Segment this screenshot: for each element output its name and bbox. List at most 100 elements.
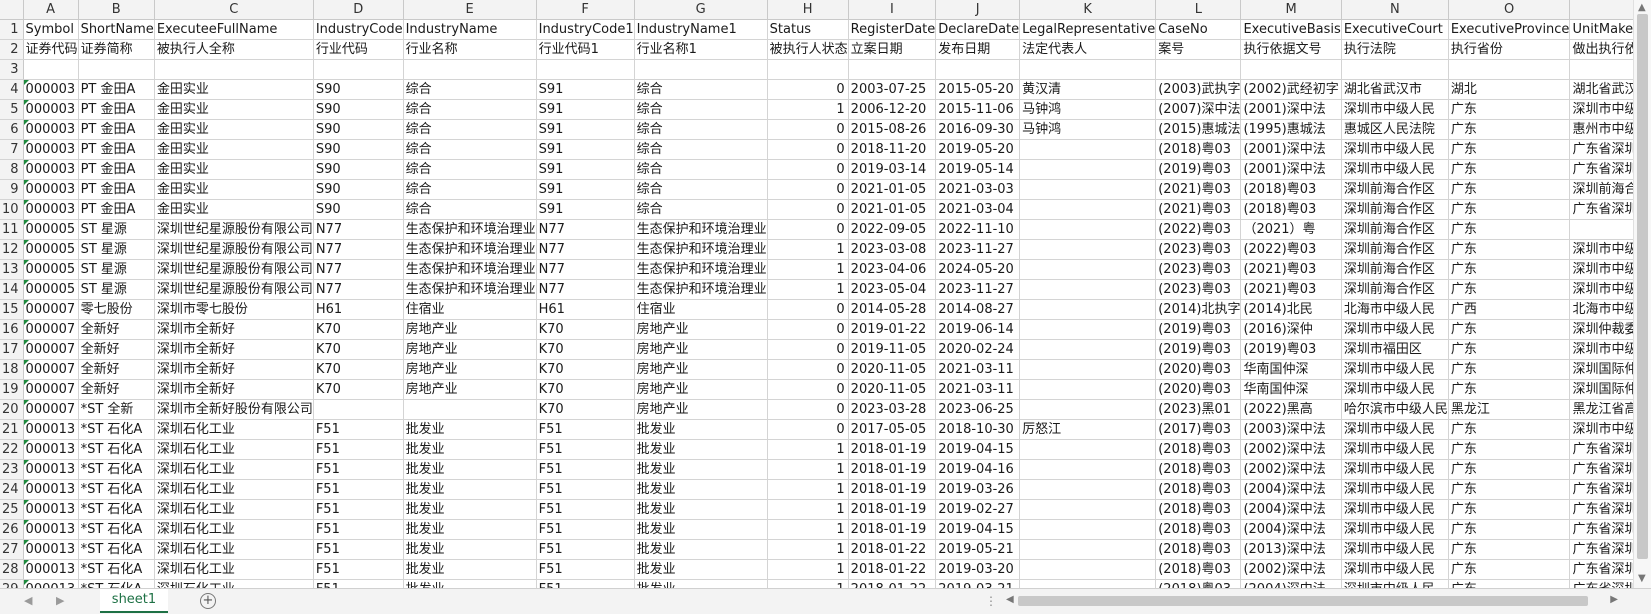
- column-header-j[interactable]: J: [935, 0, 1021, 20]
- cell-g26[interactable]: 批发业: [634, 519, 768, 540]
- cell-d2[interactable]: 行业代码: [313, 39, 404, 60]
- row-header[interactable]: 12: [0, 239, 24, 260]
- cell-b23[interactable]: *ST 石化A: [78, 459, 155, 480]
- cell-j16[interactable]: 2019-06-14: [935, 319, 1021, 340]
- column-header-i[interactable]: I: [848, 0, 937, 20]
- cell-o9[interactable]: 广东: [1448, 179, 1571, 200]
- cell-j11[interactable]: 2022-11-10: [935, 219, 1021, 240]
- cell-c15[interactable]: 深圳市零七股份: [154, 299, 314, 320]
- cell-c17[interactable]: 深圳市全新好: [154, 339, 314, 360]
- prev-sheet-icon[interactable]: ◀: [24, 594, 32, 607]
- cell-i8[interactable]: 2019-03-14: [848, 159, 937, 180]
- column-header-c[interactable]: C: [154, 0, 314, 20]
- cell-o21[interactable]: 广东: [1448, 419, 1571, 440]
- cell-g1[interactable]: IndustryName1: [634, 19, 768, 40]
- cell-o15[interactable]: 广西: [1448, 299, 1571, 320]
- cell-b6[interactable]: PT 金田A: [78, 119, 155, 140]
- cell-m22[interactable]: (2002)深中法: [1240, 439, 1342, 460]
- cell-h28[interactable]: 1: [767, 559, 849, 580]
- cell-m15[interactable]: (2014)北民: [1240, 299, 1342, 320]
- column-header-n[interactable]: N: [1341, 0, 1449, 20]
- column-header-k[interactable]: K: [1019, 0, 1157, 20]
- cell-k27[interactable]: [1019, 539, 1157, 560]
- cell-l29[interactable]: (2018)粤03: [1155, 579, 1242, 588]
- cell-n11[interactable]: 深圳前海合作区: [1341, 219, 1449, 240]
- cell-o3[interactable]: [1448, 59, 1571, 80]
- cell-f25[interactable]: F51: [536, 499, 635, 520]
- cell-c24[interactable]: 深圳石化工业: [154, 479, 314, 500]
- column-header-f[interactable]: F: [536, 0, 635, 20]
- cell-k23[interactable]: [1019, 459, 1157, 480]
- cell-h1[interactable]: Status: [767, 19, 849, 40]
- column-header-m[interactable]: M: [1240, 0, 1342, 20]
- cell-g10[interactable]: 综合: [634, 199, 768, 220]
- cell-h19[interactable]: 0: [767, 379, 849, 400]
- cell-d12[interactable]: N77: [313, 239, 404, 260]
- cell-h14[interactable]: 1: [767, 279, 849, 300]
- cell-d13[interactable]: N77: [313, 259, 404, 280]
- cell-a20[interactable]: 000007: [23, 399, 79, 420]
- cell-j26[interactable]: 2019-04-15: [935, 519, 1021, 540]
- column-header-o[interactable]: O: [1448, 0, 1571, 20]
- cell-f12[interactable]: N77: [536, 239, 635, 260]
- cell-c4[interactable]: 金田实业: [154, 79, 314, 100]
- cell-e13[interactable]: 生态保护和环境治理业: [403, 259, 537, 280]
- cell-k15[interactable]: [1019, 299, 1157, 320]
- cell-k3[interactable]: [1019, 59, 1157, 80]
- cell-j3[interactable]: [935, 59, 1021, 80]
- cell-f11[interactable]: N77: [536, 219, 635, 240]
- cell-c27[interactable]: 深圳石化工业: [154, 539, 314, 560]
- cell-o14[interactable]: 广东: [1448, 279, 1571, 300]
- cell-e15[interactable]: 住宿业: [403, 299, 537, 320]
- cell-k25[interactable]: [1019, 499, 1157, 520]
- cell-m3[interactable]: [1240, 59, 1342, 80]
- cell-k5[interactable]: 马钟鸿: [1019, 99, 1157, 120]
- cell-l27[interactable]: (2018)粤03: [1155, 539, 1242, 560]
- cell-e8[interactable]: 综合: [403, 159, 537, 180]
- cell-f26[interactable]: F51: [536, 519, 635, 540]
- cell-a23[interactable]: 000013: [23, 459, 79, 480]
- cell-l14[interactable]: (2023)粤03: [1155, 279, 1242, 300]
- cell-k14[interactable]: [1019, 279, 1157, 300]
- cell-d29[interactable]: F51: [313, 579, 404, 588]
- cell-n7[interactable]: 深圳市中级人民: [1341, 139, 1449, 160]
- cell-h4[interactable]: 0: [767, 79, 849, 100]
- cell-f15[interactable]: H61: [536, 299, 635, 320]
- cell-h2[interactable]: 被执行人状态: [767, 39, 849, 60]
- cell-n15[interactable]: 北海市中级人民: [1341, 299, 1449, 320]
- cell-l12[interactable]: (2023)粤03: [1155, 239, 1242, 260]
- cell-j5[interactable]: 2015-11-06: [935, 99, 1021, 120]
- cell-f2[interactable]: 行业代码1: [536, 39, 635, 60]
- cell-l25[interactable]: (2018)粤03: [1155, 499, 1242, 520]
- cell-b3[interactable]: [78, 59, 155, 80]
- cell-f21[interactable]: F51: [536, 419, 635, 440]
- cell-k6[interactable]: 马钟鸿: [1019, 119, 1157, 140]
- cell-m12[interactable]: (2022)粤03: [1240, 239, 1342, 260]
- cell-h9[interactable]: 0: [767, 179, 849, 200]
- cell-g24[interactable]: 批发业: [634, 479, 768, 500]
- cell-c9[interactable]: 金田实业: [154, 179, 314, 200]
- cell-e2[interactable]: 行业名称: [403, 39, 537, 60]
- more-options-icon[interactable]: ⋮: [985, 594, 997, 608]
- cell-g8[interactable]: 综合: [634, 159, 768, 180]
- cell-o22[interactable]: 广东: [1448, 439, 1571, 460]
- cell-h8[interactable]: 0: [767, 159, 849, 180]
- cell-k2[interactable]: 法定代表人: [1019, 39, 1157, 60]
- cell-g28[interactable]: 批发业: [634, 559, 768, 580]
- cell-b28[interactable]: *ST 石化A: [78, 559, 155, 580]
- cell-l23[interactable]: (2018)粤03: [1155, 459, 1242, 480]
- cell-l19[interactable]: (2020)粤03: [1155, 379, 1242, 400]
- cell-a12[interactable]: 000005: [23, 239, 79, 260]
- cell-h29[interactable]: 1: [767, 579, 849, 588]
- cell-m2[interactable]: 执行依据文号: [1240, 39, 1342, 60]
- cell-a13[interactable]: 000005: [23, 259, 79, 280]
- column-header-d[interactable]: D: [313, 0, 404, 20]
- cell-n16[interactable]: 深圳市中级人民: [1341, 319, 1449, 340]
- cell-k7[interactable]: [1019, 139, 1157, 160]
- cell-g4[interactable]: 综合: [634, 79, 768, 100]
- cell-o8[interactable]: 广东: [1448, 159, 1571, 180]
- cell-i6[interactable]: 2015-08-26: [848, 119, 937, 140]
- cell-k24[interactable]: [1019, 479, 1157, 500]
- cell-n28[interactable]: 深圳市中级人民: [1341, 559, 1449, 580]
- cell-a6[interactable]: 000003: [23, 119, 79, 140]
